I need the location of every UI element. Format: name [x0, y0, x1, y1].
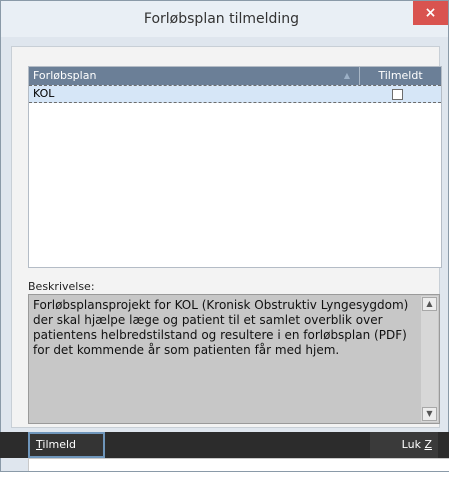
- description-box: Forløbsplansprojekt for KOL (Kronisk Obs…: [28, 294, 440, 424]
- tilmeld-button[interactable]: Tilmeld: [28, 432, 105, 458]
- column-header-tilmeldt[interactable]: Tilmeldt: [359, 67, 441, 85]
- description-text: Forløbsplansprojekt for KOL (Kronisk Obs…: [33, 298, 409, 357]
- tilmeld-label: ilmeld: [42, 438, 77, 451]
- description-scrollbar[interactable]: ▲ ▼: [421, 296, 438, 422]
- window-title: Forløbsplan tilmelding: [143, 11, 300, 27]
- sort-ascending-icon: ▲: [343, 71, 351, 80]
- forlobsplan-grid: Forløbsplan ▲ Tilmeldt KOL: [28, 66, 442, 268]
- grid-header: Forløbsplan ▲ Tilmeldt: [29, 67, 441, 85]
- table-row[interactable]: KOL: [29, 85, 441, 103]
- tilmeldt-checkbox[interactable]: [392, 89, 403, 100]
- description-label: Beskrivelse:: [28, 280, 95, 293]
- column-header-forlobsplan[interactable]: Forløbsplan: [29, 67, 359, 85]
- luk-button[interactable]: Luk Z: [370, 432, 438, 458]
- scroll-up-arrow-icon[interactable]: ▲: [422, 297, 437, 311]
- title-bar: Forløbsplan tilmelding ×: [1, 1, 448, 37]
- luk-accesskey: Z: [424, 438, 432, 451]
- close-button[interactable]: ×: [413, 1, 448, 25]
- scroll-down-arrow-icon[interactable]: ▼: [422, 407, 437, 421]
- luk-label: Luk: [401, 438, 425, 451]
- row-plan-cell: KOL: [33, 87, 55, 100]
- footer-area: [28, 458, 449, 471]
